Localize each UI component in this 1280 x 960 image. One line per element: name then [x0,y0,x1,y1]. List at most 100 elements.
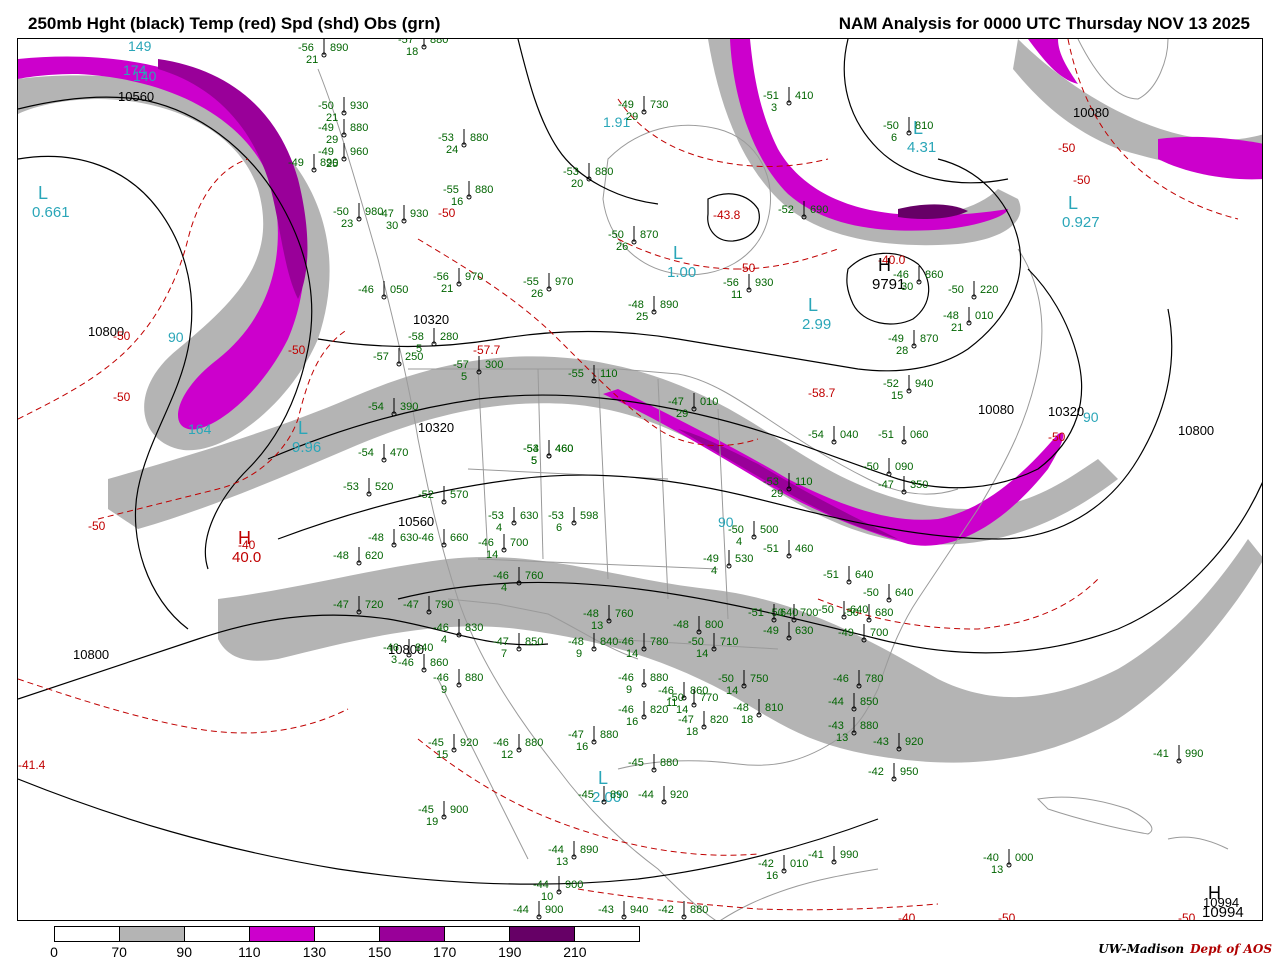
obs-height: 880 [660,757,678,769]
obs-height: 780 [865,673,883,685]
obs-height: 280 [440,331,458,343]
height-contour-label: 10800 [1178,423,1214,438]
height-contour-label: 10320 [413,312,449,327]
obs-temp: -50 [318,100,334,112]
obs-temp: -53 [343,481,359,493]
obs-temp: -50 [728,524,744,536]
obs-temp: -46 [493,737,509,749]
obs-height: 890 [660,299,678,311]
obs-dewpoint: 18 [406,46,418,58]
obs-temp: -46 [618,636,634,648]
low-center: L0.661 [32,183,70,221]
station-obs: -48 890 25 [628,296,678,323]
speed-label: 164 [188,421,212,437]
obs-temp: -53 [488,510,504,522]
obs-height: 880 [650,672,668,684]
obs-height: 870 [920,333,938,345]
hgt-10994 [18,778,879,885]
obs-height: 530 [735,553,753,565]
colorbar-segment [315,927,380,941]
obs-temp: -48 [583,608,599,620]
obs-dewpoint: 30 [901,281,913,293]
obs-temp: -49 [888,333,904,345]
station-obs: -49 530 4 [703,550,753,577]
obs-height: 830 [465,622,483,634]
obs-height: 040 [840,429,858,441]
center-letter: L [598,768,608,788]
obs-height: 880 [465,672,483,684]
obs-temp: -51 [763,543,779,555]
obs-dewpoint: 13 [556,856,568,868]
obs-dewpoint: 28 [896,345,908,357]
station-obs: -53 880 24 [438,129,488,156]
obs-temp: -50 [333,206,349,218]
obs-height: 840 [415,642,433,654]
obs-height: 640 [895,587,913,599]
obs-height: 640 [855,569,873,581]
center-value: 4.31 [907,139,936,156]
obs-height: 640 [850,604,868,616]
obs-temp: -57 [398,39,414,46]
station-obs: -52 570 [418,486,468,505]
obs-temp: -44 [548,844,564,856]
speed-label: 140 [133,68,157,84]
station-obs: -42 010 16 [758,855,808,882]
obs-dewpoint: 12 [501,749,513,761]
obs-temp: -46 [398,657,414,669]
greenland [1077,39,1169,100]
obs-height: 860 [430,657,448,669]
center-letter: L [298,418,308,438]
center-letter: L [38,183,48,203]
colorbar-label: 110 [238,944,261,960]
central-america [720,868,879,920]
obs-dewpoint: 5 [531,455,537,467]
station-obs: -53 598 6 [548,507,598,534]
obs-temp: -41 [1153,748,1169,760]
coastline-west [317,68,716,920]
station-obs: -50 98023 [333,203,383,230]
obs-dewpoint: 4 [501,582,507,594]
temperature-contour-label: -41.4 [18,758,46,772]
height-contour-label: 10800 [73,647,109,662]
station-obs: -56 970 21 [433,268,483,295]
obs-temp: -46 [493,570,509,582]
obs-temp: -47 [403,599,419,611]
station-obs: -44 900 [513,901,563,920]
obs-height: 930 [755,277,773,289]
obs-dewpoint: 3 [771,102,777,114]
station-obs: -53 630 4 [488,507,538,534]
station-obs: -51 060 [878,426,928,445]
station-obs: -50 640 [863,584,913,603]
temperature-contour-label: -50 [738,261,756,275]
obs-height: 010 [975,310,993,322]
station-obs: -55 880 16 [443,181,493,208]
obs-height: 860 [925,269,943,281]
obs-dewpoint: 29 [626,111,638,123]
map-canvas: 1056010800108001032010080105601080010320… [18,39,1262,920]
obs-temp: -55 [568,368,584,380]
center-value: 0.927 [1062,214,1100,231]
speed-label: 90 [168,329,184,345]
center-letter: H [878,255,891,275]
obs-temp: -53 [763,476,779,488]
height-contour-label: 10320 [1048,404,1084,419]
obs-dewpoint: 29 [771,488,783,500]
obs-height: 880 [350,122,368,134]
obs-dewpoint: 4 [496,522,502,534]
obs-temp: -44 [513,904,529,916]
obs-height: 410 [795,90,813,102]
obs-height: 390 [400,401,418,413]
obs-height: 890 [330,42,348,54]
colorbar-label: 150 [367,944,392,960]
station-obs: -53 520 [343,478,393,497]
station-obs: -48 620 [333,547,383,566]
obs-height: 880 [860,720,878,732]
obs-dewpoint: 14 [626,648,638,660]
station-obs: -49 730 29 [618,96,668,123]
obs-temp: -55 [523,276,539,288]
obs-height: 870 [640,229,658,241]
obs-temp: -43 [598,904,614,916]
obs-height: 970 [555,276,573,288]
temperature-contour-label: -50 [288,343,306,357]
obs-height: 460 [795,543,813,555]
